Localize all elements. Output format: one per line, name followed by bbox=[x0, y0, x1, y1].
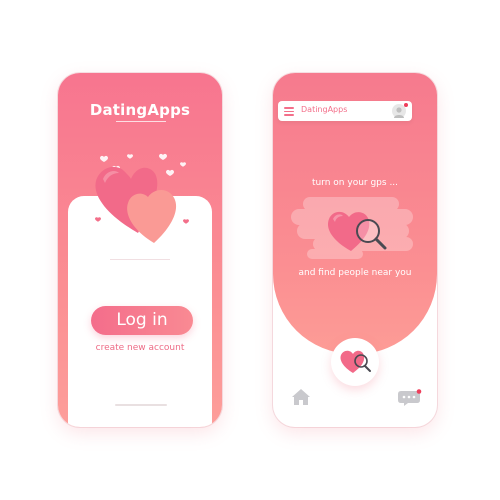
small-heart-icon bbox=[166, 169, 174, 176]
notification-dot bbox=[404, 103, 408, 107]
user-icon bbox=[394, 107, 404, 118]
heart-search-button[interactable] bbox=[331, 338, 379, 386]
heart-search-icon bbox=[340, 350, 371, 373]
top-bar: DatingApps bbox=[278, 101, 412, 121]
menu-icon[interactable] bbox=[284, 107, 294, 116]
phone-login-screen: DatingApps Log in create new account bbox=[58, 73, 222, 427]
small-heart-icon bbox=[180, 162, 186, 167]
small-heart-icon bbox=[95, 217, 101, 222]
login-button[interactable]: Log in bbox=[91, 306, 193, 335]
create-account-link[interactable]: create new account bbox=[58, 343, 222, 353]
heart-search-illustration bbox=[291, 197, 413, 259]
second-heart-icon bbox=[127, 190, 177, 243]
home-indicator bbox=[115, 404, 167, 406]
app-title: DatingApps bbox=[301, 105, 348, 114]
small-heart-icon bbox=[159, 153, 167, 160]
divider bbox=[110, 259, 170, 260]
small-heart-icon bbox=[183, 219, 189, 224]
bottom-navigation bbox=[273, 338, 437, 427]
small-heart-icon bbox=[127, 154, 133, 159]
hearts-illustration bbox=[95, 153, 189, 243]
chat-icon[interactable] bbox=[398, 389, 422, 407]
notification-dot bbox=[416, 389, 422, 394]
brand-title: DatingApps bbox=[89, 101, 191, 119]
find-prompt: and find people near you bbox=[298, 268, 412, 278]
gps-prompt: turn on your gps ... bbox=[311, 178, 399, 188]
phone-gps-screen: DatingApps turn on your gps ... and find… bbox=[273, 73, 437, 427]
home-icon[interactable] bbox=[291, 388, 311, 406]
small-heart-icon bbox=[100, 155, 108, 162]
brand-underline bbox=[116, 121, 166, 122]
